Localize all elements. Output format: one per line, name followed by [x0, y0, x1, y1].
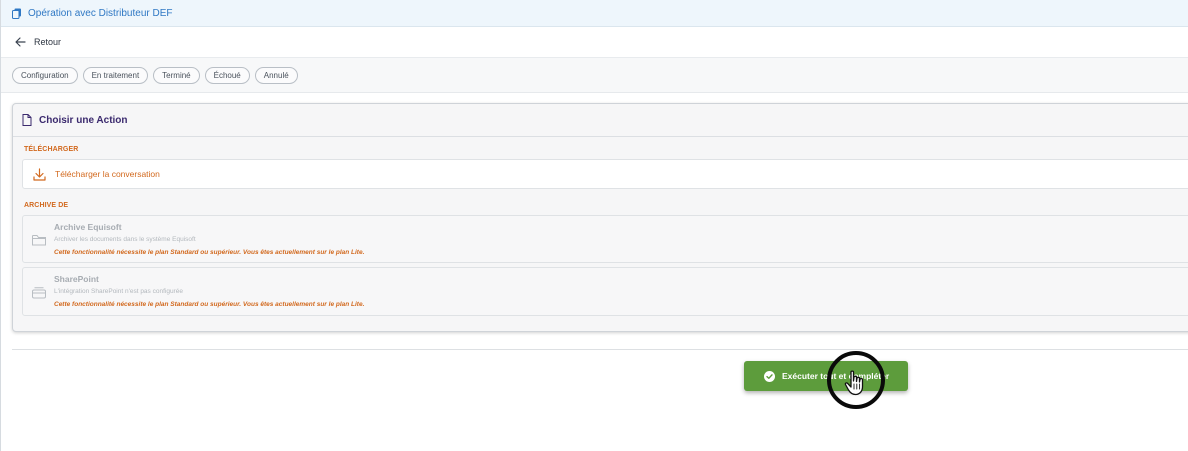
divider [12, 349, 1188, 350]
status-tab-configuration[interactable]: Configuration [12, 66, 78, 84]
status-tab-echoue[interactable]: Échoué [204, 66, 250, 84]
hand-pointer-icon [844, 370, 864, 396]
status-tab-en-traitement[interactable]: En traitement [82, 66, 149, 84]
archive-equisoft-description: Archiver les documents dans le système E… [54, 236, 196, 243]
archive-section-heading: ARCHIVE DE [24, 202, 69, 209]
sharepoint-option: SharePoint L'intégration SharePoint n'es… [22, 267, 1188, 316]
back-button[interactable]: Retour [15, 37, 61, 47]
download-icon [33, 167, 46, 181]
arrow-left-icon [15, 37, 26, 47]
status-tab-annule[interactable]: Annulé [254, 66, 298, 84]
archive-equisoft-warning: Cette fonctionnalité nécessite le plan S… [54, 249, 365, 256]
check-circle-icon [764, 370, 775, 382]
tray-icon [32, 287, 46, 299]
archive-equisoft-option: Archive Equisoft Archiver les documents … [22, 215, 1188, 263]
sharepoint-description: L'intégration SharePoint n'est pas confi… [54, 288, 183, 295]
archive-equisoft-name: Archive Equisoft [54, 222, 122, 232]
app-window: Opération avec Distributeur DEF Retour C… [0, 0, 1188, 451]
sharepoint-name: SharePoint [54, 274, 99, 284]
panel-title: Choisir une Action [39, 114, 128, 126]
sharepoint-warning: Cette fonctionnalité nécessite le plan S… [54, 301, 365, 308]
document-icon [22, 114, 32, 126]
download-section-heading: TÉLÉCHARGER [24, 146, 79, 153]
panel-header: Choisir une Action [13, 104, 1188, 137]
download-conversation-label: Télécharger la conversation [55, 169, 160, 179]
folder-icon [32, 235, 46, 246]
status-tab-termine[interactable]: Terminé [153, 66, 200, 84]
status-tabs: Configuration En traitement Terminé Écho… [1, 58, 1188, 93]
download-conversation-option[interactable]: Télécharger la conversation [22, 159, 1188, 189]
title-bar: Opération avec Distributeur DEF [1, 0, 1188, 27]
document-copy-icon [12, 8, 21, 19]
back-bar: Retour [1, 27, 1188, 58]
window-title: Opération avec Distributeur DEF [28, 7, 173, 19]
action-panel: Choisir une Action TÉLÉCHARGER Télécharg… [12, 103, 1188, 332]
back-label: Retour [34, 37, 62, 47]
